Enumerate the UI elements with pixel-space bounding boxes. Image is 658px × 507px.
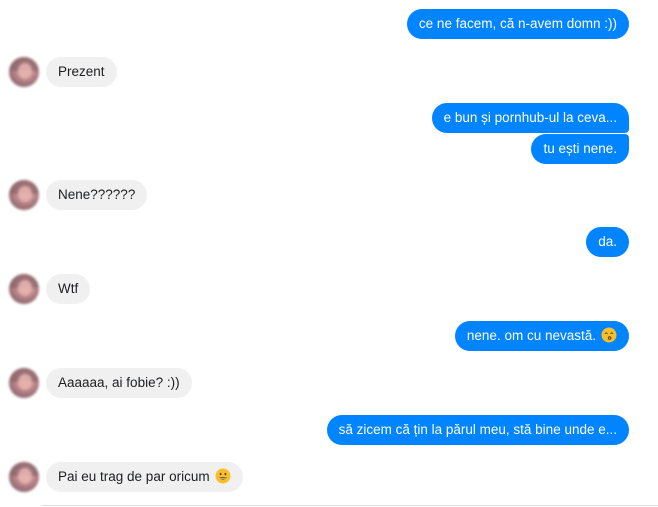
message-row: Nene?????? [0,180,658,210]
outgoing-message-bubble[interactable]: ce ne facem, că n-avem domn :)) [406,9,629,39]
contact-avatar[interactable] [9,57,39,87]
avatar-face [18,186,32,202]
outgoing-message-bubble[interactable]: e bun și pornhub-ul la ceva... [431,103,629,133]
message-row: Wtf [0,274,658,304]
outgoing-message-bubble[interactable]: da. [586,227,629,257]
incoming-message-bubble[interactable]: Nene?????? [46,180,148,210]
kissing-emoji-icon [601,327,617,343]
grinning-emoji-icon [215,468,231,484]
message-text: nene. om cu nevastă. [466,328,596,343]
incoming-message-bubble[interactable]: Prezent [46,57,117,87]
outgoing-message-bubble[interactable]: tu ești nene. [531,134,629,164]
contact-avatar[interactable] [9,462,39,492]
incoming-message-bubble[interactable]: Wtf [46,274,91,304]
incoming-message-bubble[interactable]: Pai eu trag de par oricum [46,462,243,492]
contact-avatar[interactable] [9,274,39,304]
message-text: Pai eu trag de par oricum [58,469,210,484]
message-thread: ce ne facem, că n-avem domn :)) Prezent … [0,0,658,507]
message-row: ce ne facem, că n-avem domn :)) [0,9,658,39]
message-row: da. [0,227,658,257]
message-row: să zicem că țin la părul meu, stă bine u… [0,415,658,445]
contact-avatar[interactable] [9,368,39,398]
avatar-face [18,280,32,296]
incoming-message-bubble[interactable]: Aaaaaa, ai fobie? :)) [46,368,192,398]
avatar-face [18,63,32,79]
message-row: Pai eu trag de par oricum [0,462,658,492]
message-row: tu ești nene. [0,134,658,164]
contact-avatar[interactable] [9,180,39,210]
outgoing-message-bubble[interactable]: să zicem că țin la părul meu, stă bine u… [326,415,629,445]
composer-divider [42,505,658,506]
avatar-face [18,374,32,390]
message-row: Aaaaaa, ai fobie? :)) [0,368,658,398]
message-row: e bun și pornhub-ul la ceva... [0,103,658,133]
avatar-face [18,468,32,484]
message-row: nene. om cu nevastă. [0,321,658,351]
message-row: Prezent [0,57,658,87]
outgoing-message-bubble[interactable]: nene. om cu nevastă. [454,321,629,351]
